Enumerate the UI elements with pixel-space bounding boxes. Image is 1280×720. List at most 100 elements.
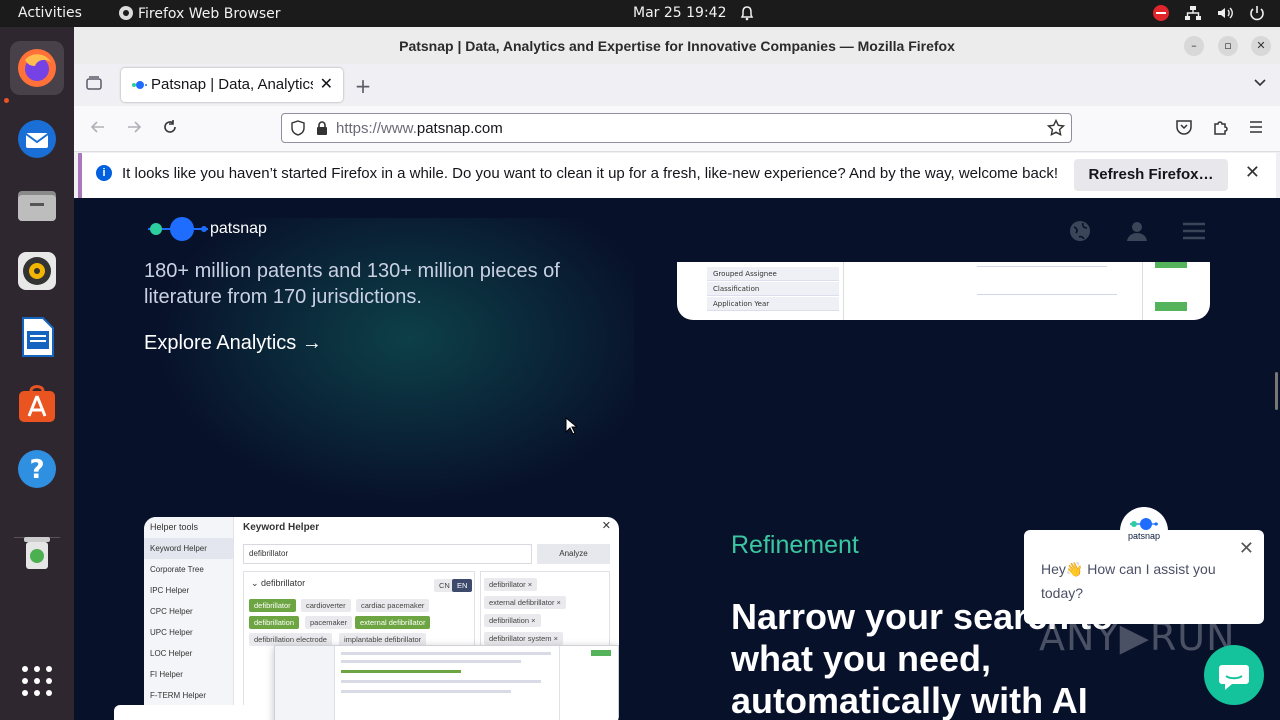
hamburger-menu-icon[interactable]	[1181, 218, 1207, 244]
back-button[interactable]	[88, 118, 108, 138]
navigation-bar: https://www.patsnap.com	[74, 106, 1280, 152]
rhythmbox-icon[interactable]	[10, 244, 64, 298]
chat-avatar: patsnap	[1120, 507, 1168, 555]
sidebar-item: LOC Helper	[150, 649, 193, 658]
volume-icon[interactable]	[1216, 4, 1234, 22]
sidebar-item: Keyword Helper	[144, 538, 233, 559]
refresh-firefox-button[interactable]: Refresh Firefox…	[1074, 159, 1228, 191]
url-bar[interactable]: https://www.patsnap.com	[281, 113, 1072, 143]
app-menu[interactable]: Firefox Web Browser	[118, 5, 281, 22]
hero-description: 180+ million patents and 130+ million pi…	[144, 260, 560, 308]
chat-bubble-icon	[1219, 665, 1249, 690]
svg-text:?: ?	[29, 455, 44, 485]
libreoffice-writer-icon[interactable]	[10, 310, 64, 364]
user-account-icon[interactable]	[1124, 218, 1150, 244]
network-icon[interactable]	[1184, 4, 1202, 22]
tab-overview-icon[interactable]	[84, 74, 104, 94]
card-close-icon: ✕	[601, 520, 611, 532]
filter-row: Application Year	[707, 297, 839, 311]
lock-icon[interactable]	[314, 120, 330, 140]
firefox-icon[interactable]	[10, 41, 64, 95]
url-text: https://www.patsnap.com	[336, 120, 503, 137]
selected-keyword: external defibrillator ×	[484, 596, 566, 609]
status-badge	[1155, 262, 1187, 268]
globe-icon[interactable]	[1067, 218, 1093, 244]
result-line	[977, 294, 1117, 295]
maximize-button[interactable]: ▫	[1218, 36, 1238, 56]
bell-icon[interactable]	[739, 5, 755, 25]
tracking-protection-shield-icon[interactable]	[290, 120, 306, 140]
patsnap-logo[interactable]: patsnap	[146, 216, 267, 242]
selected-keyword: defibrillator system ×	[484, 632, 563, 645]
filter-label: Application Year	[713, 300, 770, 308]
list-all-tabs-icon[interactable]	[1250, 74, 1270, 94]
divider	[843, 262, 844, 320]
firefox-small-icon	[119, 6, 133, 20]
filter-label: Grouped Assignee	[713, 270, 777, 278]
close-notification-icon[interactable]: ✕	[1245, 162, 1260, 183]
keyword-chip: pacemaker	[305, 616, 353, 629]
trash-icon[interactable]	[10, 524, 64, 578]
result-line	[977, 266, 1107, 267]
minimize-button[interactable]: –	[1184, 36, 1204, 56]
overlay-sidebar	[275, 646, 335, 720]
files-icon[interactable]	[10, 178, 64, 232]
explore-analytics-link[interactable]: Explore Analytics →	[144, 332, 322, 355]
show-apps-icon[interactable]	[10, 654, 64, 708]
activities-button[interactable]: Activities	[18, 5, 82, 21]
help-icon[interactable]: ?	[10, 442, 64, 496]
pocket-icon[interactable]	[1174, 118, 1194, 138]
group-label: defibrillator	[261, 578, 306, 588]
section-label: Refinement	[731, 531, 859, 559]
filter-row: Classification	[707, 282, 839, 296]
logo-text: patsnap	[210, 220, 267, 238]
system-top-bar: Activities Firefox Web Browser Mar 25 19…	[0, 0, 1280, 27]
window-title: Patsnap | Data, Analytics and Expertise …	[74, 27, 1280, 64]
app-menu-icon[interactable]	[1246, 118, 1266, 138]
synonym-group-title: ⌄ defibrillator	[251, 578, 306, 588]
close-window-button[interactable]: ✕	[1251, 36, 1271, 56]
analytics-preview-card: Grouped Assignee Classification Applicat…	[677, 262, 1210, 320]
thunderbird-icon[interactable]	[10, 112, 64, 166]
close-chat-icon[interactable]: ✕	[1239, 536, 1254, 560]
card-title: Keyword Helper	[243, 522, 320, 533]
running-indicator	[4, 98, 9, 103]
analyze-button: Analyze	[537, 544, 610, 564]
notification-message: It looks like you haven’t started Firefo…	[122, 165, 1059, 182]
keyword-search-input: defibrillator	[243, 544, 532, 564]
chat-brand: patsnap	[1127, 531, 1161, 541]
patsnap-avatar-logo	[1130, 518, 1158, 530]
app-center-icon[interactable]	[10, 376, 64, 430]
tab-patsnap[interactable]: Patsnap | Data, Analytics and Expertise …	[121, 68, 343, 102]
patsnap-logo-mark	[148, 217, 208, 241]
divider	[1142, 262, 1143, 320]
system-tray[interactable]	[1152, 4, 1266, 22]
overlay-divider	[559, 646, 560, 720]
chat-launcher-button[interactable]	[1204, 645, 1264, 705]
overlay-line	[341, 680, 541, 683]
lang-en: EN	[452, 579, 473, 592]
reload-button[interactable]	[160, 118, 180, 138]
search-results-overlay	[274, 645, 619, 720]
selected-keyword: defibrillator ×	[484, 578, 538, 591]
selected-keyword: defibrillation ×	[484, 614, 541, 627]
new-tab-button[interactable]: +	[353, 74, 373, 98]
dock: ?	[0, 27, 74, 720]
keyword-chip: cardioverter	[301, 599, 351, 612]
extensions-icon[interactable]	[1210, 118, 1230, 138]
scrollbar-thumb[interactable]	[1275, 372, 1278, 410]
app-name: Firefox Web Browser	[138, 6, 281, 22]
filter-row: Grouped Assignee	[707, 267, 839, 281]
power-icon[interactable]	[1248, 4, 1266, 22]
keyword-helper-card: Helper tools Keyword Helper Corporate Tr…	[144, 517, 619, 720]
sidebar-item: Corporate Tree	[150, 565, 204, 574]
refresh-firefox-notification: i It looks like you haven’t started Fire…	[78, 153, 1276, 198]
close-tab-icon[interactable]: ✕	[320, 74, 333, 93]
forward-button[interactable]	[124, 118, 144, 138]
sidebar-item: FI Helper	[150, 670, 183, 679]
tab-label: Patsnap | Data, Analytics and Expertise …	[151, 76, 313, 93]
clock[interactable]: Mar 25 19:42	[633, 5, 726, 21]
bookmark-star-icon[interactable]	[1046, 118, 1066, 141]
sidebar-item: UPC Helper	[150, 628, 193, 637]
do-not-disturb-icon[interactable]	[1152, 4, 1170, 22]
